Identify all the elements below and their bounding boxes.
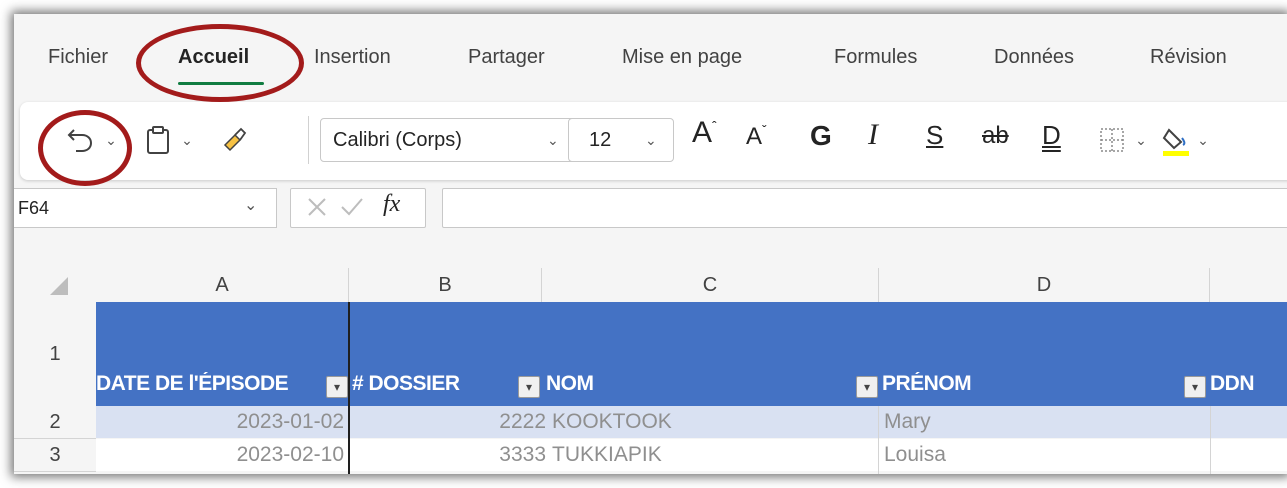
tab-mise-en-page[interactable]: Mise en page	[622, 46, 742, 69]
select-all-triangle-icon	[50, 277, 68, 295]
tab-formules[interactable]: Formules	[834, 46, 917, 69]
filter-nom-button[interactable]: ▾	[856, 376, 878, 398]
freeze-pane-line	[348, 302, 350, 474]
worksheet-grid: A B C D 1 2 3 DATE DE l'ÉPISODE ▾ # DOSS…	[14, 268, 1287, 474]
paint-bucket-icon	[1161, 124, 1191, 156]
tab-fichier[interactable]: Fichier	[48, 46, 108, 69]
cell-nom[interactable]: TUKKIAPIK	[552, 439, 882, 471]
format-painter-icon	[219, 125, 249, 155]
filter-dropdown-icon: ▾	[525, 380, 533, 394]
name-box-value: F64	[18, 197, 50, 218]
chevron-down-icon: ⌄	[547, 131, 559, 148]
ribbon-toolbar: ⌄ ⌄ Calibri (Corps) ⌄ 12 ⌄ Aˆ Aˇ G I S a…	[20, 102, 1287, 180]
formula-buttons: fx	[290, 188, 426, 228]
grow-font-button[interactable]: Aˆ	[692, 116, 717, 150]
column-header-d[interactable]: D	[879, 268, 1210, 302]
bold-button[interactable]: G	[810, 120, 832, 152]
double-underline-button[interactable]: D	[1042, 120, 1061, 151]
cell-dossier[interactable]: 3333	[350, 439, 546, 471]
tab-partager[interactable]: Partager	[468, 46, 545, 69]
annotation-circle-undo	[38, 110, 132, 186]
chevron-down-icon: ⌄	[1135, 131, 1147, 148]
row-header-3[interactable]: 3	[14, 439, 96, 472]
cell-nom[interactable]: KOOKTOOK	[552, 406, 882, 438]
formula-input[interactable]	[442, 188, 1287, 228]
formula-bar: F64 ⌄ fx	[14, 186, 1287, 230]
gridline	[1210, 406, 1211, 474]
font-size-select[interactable]: 12 ⌄	[568, 118, 674, 162]
filter-date-button[interactable]: ▾	[326, 376, 348, 398]
tab-donnees[interactable]: Données	[994, 46, 1074, 69]
cancel-icon[interactable]	[305, 195, 329, 224]
ribbon-separator	[308, 116, 309, 164]
fill-color-button[interactable]	[1158, 120, 1194, 160]
header-cell-date[interactable]: DATE DE l'ÉPISODE	[96, 372, 324, 402]
fill-color-dropdown[interactable]: ⌄	[1196, 120, 1210, 160]
header-cell-ddn[interactable]: DDN	[1210, 372, 1287, 402]
filter-dossier-button[interactable]: ▾	[518, 376, 540, 398]
header-cell-prenom[interactable]: PRÉNOM	[882, 372, 1182, 402]
filter-dropdown-icon: ▾	[333, 380, 341, 394]
tab-revision[interactable]: Révision	[1150, 46, 1227, 69]
name-box[interactable]: F64 ⌄	[14, 188, 277, 228]
cell-date[interactable]: 2023-01-02	[96, 406, 344, 438]
header-cell-nom[interactable]: NOM	[546, 372, 846, 402]
filter-dropdown-icon: ▾	[1191, 380, 1199, 394]
table-row: 2023-01-02 2222 KOOKTOOK Mary	[96, 406, 1287, 438]
row-header-1[interactable]: 1	[14, 302, 96, 407]
chevron-down-icon: ⌄	[181, 131, 193, 148]
select-all-corner[interactable]	[14, 268, 97, 302]
filter-dropdown-icon: ▾	[863, 380, 871, 394]
paste-dropdown[interactable]: ⌄	[178, 120, 196, 160]
chevron-down-icon: ⌄	[244, 197, 258, 214]
strikethrough-button[interactable]: ab	[982, 122, 1009, 150]
borders-dropdown[interactable]: ⌄	[1132, 120, 1150, 160]
chevron-down-icon: ⌄	[1197, 131, 1209, 148]
cell-dossier[interactable]: 2222	[350, 406, 546, 438]
annotation-circle-accueil	[136, 24, 304, 102]
borders-button[interactable]	[1094, 120, 1130, 160]
shrink-font-button[interactable]: Aˇ	[746, 122, 767, 151]
font-size-value: 12	[589, 128, 612, 151]
cell-prenom[interactable]: Louisa	[884, 439, 1184, 471]
filter-prenom-button[interactable]: ▾	[1184, 376, 1206, 398]
column-header-a[interactable]: A	[96, 268, 349, 302]
column-header-b[interactable]: B	[349, 268, 542, 302]
column-header-c[interactable]: C	[542, 268, 879, 302]
underline-button[interactable]: S	[926, 120, 943, 151]
cell-date[interactable]: 2023-02-10	[96, 439, 344, 471]
cell-prenom[interactable]: Mary	[884, 406, 1184, 438]
row-header-2[interactable]: 2	[14, 406, 96, 439]
borders-icon	[1098, 126, 1126, 154]
paste-button[interactable]	[140, 120, 176, 160]
italic-button[interactable]: I	[868, 118, 878, 152]
insert-function-button[interactable]: fx	[383, 191, 400, 218]
header-cell-dossier[interactable]: # DOSSIER	[352, 372, 494, 402]
gridline	[878, 406, 879, 474]
clipboard-icon	[145, 125, 171, 155]
chevron-down-icon: ⌄	[645, 131, 657, 148]
table-header-row: DATE DE l'ÉPISODE ▾ # DOSSIER ▾ NOM ▾ PR…	[96, 302, 1287, 406]
format-painter-button[interactable]	[216, 120, 252, 160]
font-name-select[interactable]: Calibri (Corps) ⌄	[320, 118, 592, 162]
column-header-e[interactable]	[1210, 268, 1287, 302]
check-icon[interactable]	[339, 195, 365, 224]
tab-insertion[interactable]: Insertion	[314, 46, 391, 69]
table-row: 2023-02-10 3333 TUKKIAPIK Louisa	[96, 439, 1287, 471]
font-name-value: Calibri (Corps)	[333, 128, 462, 151]
